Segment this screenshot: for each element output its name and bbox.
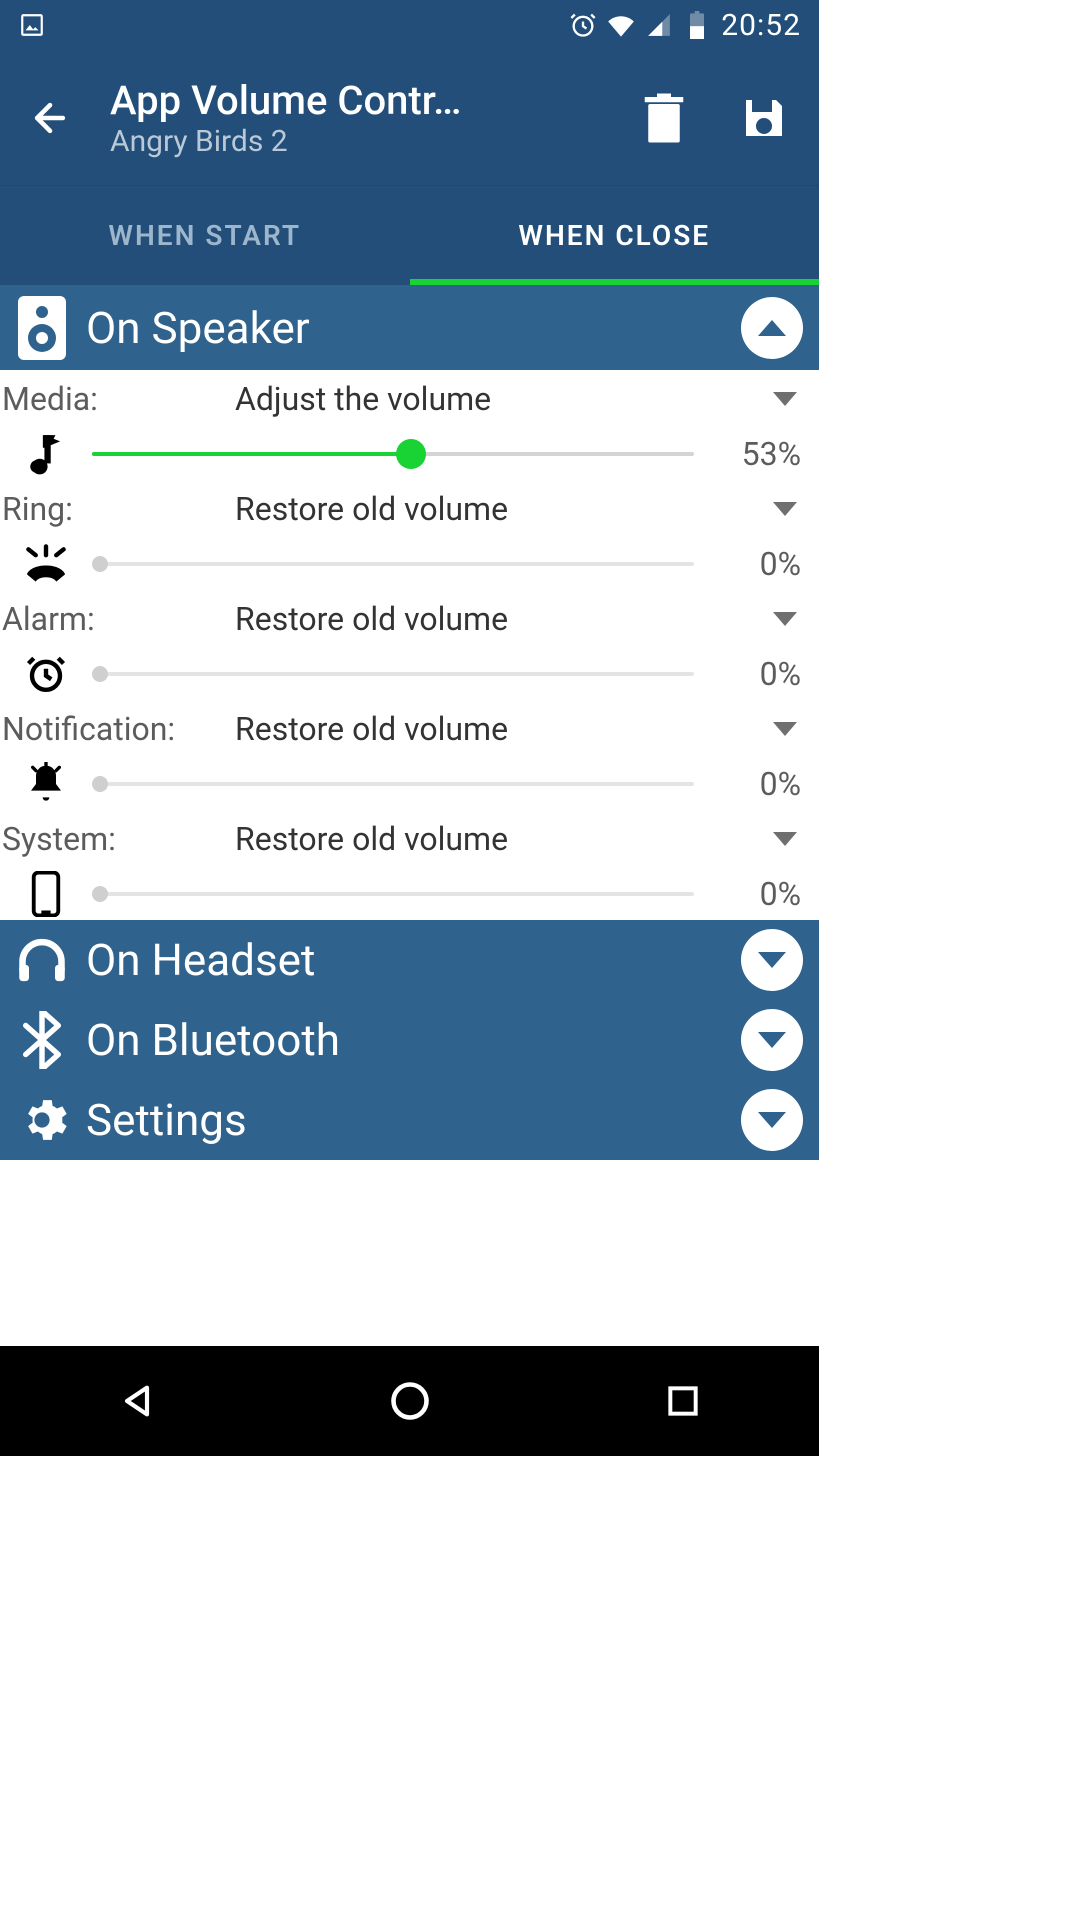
chevron-up-icon (758, 320, 786, 336)
section-settings-title: Settings (86, 1094, 723, 1146)
row-ring-action[interactable]: Restore old volume (235, 490, 761, 528)
row-alarm-slider[interactable] (92, 654, 694, 694)
battery-icon (683, 11, 711, 39)
row-media-dropdown[interactable] (761, 375, 809, 423)
row-media-slider[interactable] (92, 434, 694, 474)
row-media-action[interactable]: Adjust the volume (235, 380, 761, 418)
row-alarm-dropdown[interactable] (761, 595, 809, 643)
row-alarm-label: Alarm: (0, 600, 235, 638)
status-bar: 20:52 (0, 0, 819, 50)
row-notification-label: Notification: (0, 710, 235, 748)
section-speaker-title: On Speaker (86, 302, 723, 354)
section-headset[interactable]: On Headset (0, 920, 819, 1000)
bluetooth-icon (16, 1006, 68, 1074)
chevron-down-icon (773, 832, 797, 846)
row-system-action[interactable]: Restore old volume (235, 820, 761, 858)
row-notification-slider[interactable] (92, 764, 694, 804)
delete-button[interactable] (629, 83, 699, 153)
section-settings[interactable]: Settings (0, 1080, 819, 1160)
tab-when-start[interactable]: WHEN START (0, 186, 410, 285)
row-ring-dropdown[interactable] (761, 485, 809, 533)
row-alarm-pct: 0% (724, 655, 819, 693)
headset-icon (16, 926, 68, 994)
row-ring-pct: 0% (724, 545, 819, 583)
expand-bluetooth-button[interactable] (741, 1009, 803, 1071)
chevron-down-icon (773, 612, 797, 626)
chevron-down-icon (773, 722, 797, 736)
row-alarm: Alarm: Restore old volume 0% (0, 590, 819, 700)
row-system-pct: 0% (724, 875, 819, 913)
tabs: WHEN START WHEN CLOSE (0, 185, 819, 285)
cellular-icon (645, 11, 673, 39)
bell-icon (0, 762, 92, 806)
nav-back-button[interactable] (107, 1371, 167, 1431)
speaker-rows: Media: Adjust the volume 53% Ring: (0, 370, 819, 920)
status-time: 20:52 (721, 8, 801, 43)
chevron-down-icon (773, 502, 797, 516)
row-notification-pct: 0% (724, 765, 819, 803)
row-alarm-action[interactable]: Restore old volume (235, 600, 761, 638)
chevron-down-icon (758, 952, 786, 968)
row-system-slider[interactable] (92, 874, 694, 914)
picture-icon (18, 11, 46, 39)
wifi-icon (607, 11, 635, 39)
chevron-down-icon (758, 1112, 786, 1128)
expand-headset-button[interactable] (741, 929, 803, 991)
alarm-icon (0, 653, 92, 695)
section-headset-title: On Headset (86, 934, 723, 986)
phone-ring-icon (0, 544, 92, 584)
chevron-down-icon (758, 1032, 786, 1048)
row-ring-slider[interactable] (92, 544, 694, 584)
tab-start-label: WHEN START (108, 219, 301, 252)
row-media-label: Media: (0, 380, 235, 418)
row-notification: Notification: Restore old volume 0% (0, 700, 819, 810)
alarm-clock-icon (569, 11, 597, 39)
section-bluetooth-title: On Bluetooth (86, 1014, 723, 1066)
nav-recents-button[interactable] (653, 1371, 713, 1431)
row-notification-dropdown[interactable] (761, 705, 809, 753)
section-bluetooth[interactable]: On Bluetooth (0, 1000, 819, 1080)
back-button[interactable] (20, 88, 80, 148)
gear-icon (16, 1086, 68, 1154)
chevron-down-icon (773, 392, 797, 406)
row-system-label: System: (0, 820, 235, 858)
nav-bar (0, 1346, 819, 1456)
row-system: System: Restore old volume 0% (0, 810, 819, 920)
row-system-dropdown[interactable] (761, 815, 809, 863)
row-notification-action[interactable]: Restore old volume (235, 710, 761, 748)
section-speaker[interactable]: On Speaker (0, 285, 819, 370)
row-media: Media: Adjust the volume 53% (0, 370, 819, 480)
app-bar: App Volume Contr… Angry Birds 2 (0, 50, 819, 185)
speaker-icon (16, 294, 68, 362)
tab-when-close[interactable]: WHEN CLOSE (410, 186, 820, 285)
row-ring: Ring: Restore old volume 0% (0, 480, 819, 590)
page-subtitle: Angry Birds 2 (110, 124, 599, 159)
collapse-speaker-button[interactable] (741, 297, 803, 359)
tab-close-label: WHEN CLOSE (518, 219, 710, 252)
save-button[interactable] (729, 83, 799, 153)
row-media-pct: 53% (724, 435, 819, 473)
page-title: App Volume Contr… (110, 77, 599, 124)
row-ring-label: Ring: (0, 490, 235, 528)
music-note-icon (0, 432, 92, 476)
nav-home-button[interactable] (380, 1371, 440, 1431)
expand-settings-button[interactable] (741, 1089, 803, 1151)
phone-icon (0, 871, 92, 917)
